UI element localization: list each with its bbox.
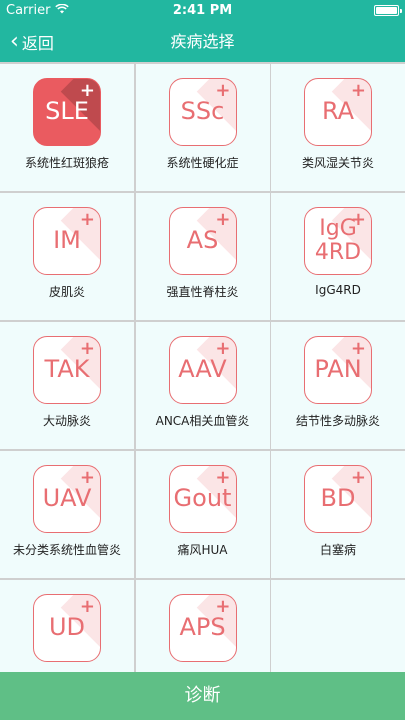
disease-icon: SLE + xyxy=(33,77,101,146)
header: Carrier 2:41 PM ‹ 返回 疾病选择 xyxy=(0,0,405,62)
empty-cell xyxy=(271,579,405,672)
plus-icon: + xyxy=(350,79,366,101)
disease-label: 未分类系统性血管炎 xyxy=(12,542,121,557)
disease-icon: AAV + xyxy=(168,335,237,404)
plus-icon: + xyxy=(79,466,95,488)
battery-icon xyxy=(374,5,402,16)
disease-icon: UD + xyxy=(33,593,101,662)
diagnose-button[interactable]: 诊断 xyxy=(0,672,405,720)
disease-icon: SSc + xyxy=(168,77,237,146)
disease-cell[interactable]: Gout + 痛风HUA xyxy=(135,450,270,578)
disease-cell[interactable]: RA + 类风湿关节炎 xyxy=(271,63,405,191)
plus-icon: + xyxy=(215,337,231,359)
plus-icon: + xyxy=(215,466,231,488)
disease-label: 结节性多动脉炎 xyxy=(295,413,380,428)
plus-icon: + xyxy=(350,466,366,488)
disease-label: 系统性红斑狼疮 xyxy=(24,155,109,170)
disease-label: ANCA相关血管炎 xyxy=(155,413,250,428)
disease-icon: AS + xyxy=(168,206,237,275)
disease-label: 系统性硬化症 xyxy=(166,155,239,170)
disease-label: 皮肌炎 xyxy=(48,284,85,299)
plus-icon: + xyxy=(79,337,95,359)
plus-icon: + xyxy=(215,595,231,617)
disease-cell[interactable]: AS + 强直性脊柱炎 xyxy=(135,192,270,320)
disease-cell[interactable]: IgG 4RD + IgG4RD xyxy=(271,192,405,320)
disease-icon: RA + xyxy=(304,77,372,146)
chevron-left-icon: ‹ xyxy=(10,29,19,54)
disease-icon: PAN + xyxy=(304,335,372,404)
plus-icon: + xyxy=(79,595,95,617)
disease-cell[interactable]: UAV + 未分类系统性血管炎 xyxy=(0,450,134,578)
nav-bar: ‹ 返回 疾病选择 xyxy=(0,22,405,62)
disease-icon: BD + xyxy=(304,464,372,533)
disease-cell[interactable]: APS+抗磷脂综合征 xyxy=(135,579,270,672)
disease-icon: Gout + xyxy=(168,464,237,533)
plus-icon: + xyxy=(79,208,95,230)
plus-icon: + xyxy=(350,337,366,359)
disease-icon: IM + xyxy=(33,206,101,275)
disease-label: 大动脉炎 xyxy=(42,413,91,428)
disease-label: 痛风HUA xyxy=(177,542,228,557)
disease-icon: IgG 4RD + xyxy=(304,206,372,275)
disease-cell[interactable]: PAN + 结节性多动脉炎 xyxy=(271,321,405,449)
disease-cell[interactable]: TAK + 大动脉炎 xyxy=(0,321,134,449)
plus-icon: + xyxy=(215,208,231,230)
disease-cell[interactable]: AAV + ANCA相关血管炎 xyxy=(135,321,270,449)
disease-cell[interactable]: IM + 皮肌炎 xyxy=(0,192,134,320)
plus-icon: + xyxy=(215,79,231,101)
disease-cell[interactable]: BD + 白塞病 xyxy=(271,450,405,578)
disease-label: IgG4RD xyxy=(315,282,361,297)
disease-icon: APS + xyxy=(168,593,237,662)
disease-icon: TAK + xyxy=(33,335,101,404)
disease-label: 类风湿关节炎 xyxy=(301,155,374,170)
disease-icon: UAV + xyxy=(33,464,101,533)
back-button[interactable]: ‹ 返回 xyxy=(10,22,54,62)
disease-cell[interactable]: SLE + 系统性红斑狼疮 xyxy=(0,63,134,191)
status-time: 2:41 PM xyxy=(172,3,233,18)
disease-label: 强直性脊柱炎 xyxy=(166,284,239,299)
status-bar: Carrier 2:41 PM xyxy=(0,0,405,22)
plus-icon: + xyxy=(79,79,95,101)
disease-cell[interactable]: SSc + 系统性硬化症 xyxy=(135,63,270,191)
disease-grid: SLE + 系统性红斑狼疮 SSc + 系统性硬化症 RA + 类风湿关节炎 IM + 皮肌炎 AS + 强… xyxy=(0,62,405,672)
plus-icon: + xyxy=(350,208,366,230)
disease-cell[interactable]: UD+未分类疾病 xyxy=(0,579,134,672)
disease-label: 白塞病 xyxy=(319,542,356,557)
back-label: 返回 xyxy=(21,34,54,53)
page-title: 疾病选择 xyxy=(170,32,235,51)
